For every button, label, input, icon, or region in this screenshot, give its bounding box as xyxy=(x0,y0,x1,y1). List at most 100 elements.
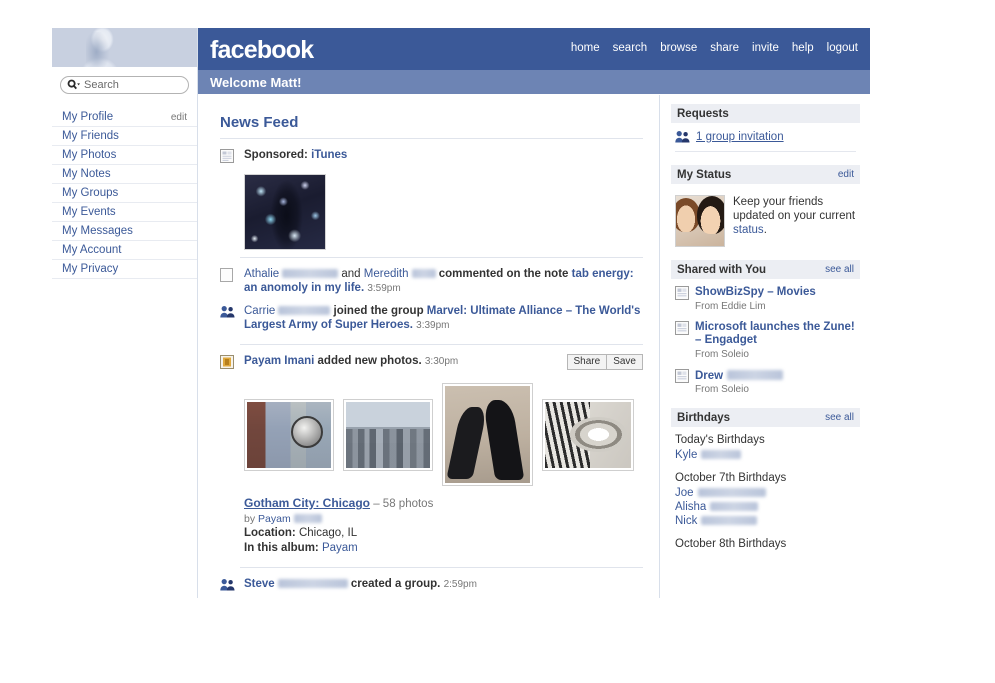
birthday-group: October 7th Birthdays Joe Alisha Nick xyxy=(675,472,856,528)
birthday-person-link[interactable]: Kyle xyxy=(675,449,697,461)
search-input[interactable] xyxy=(84,79,184,91)
sidebar-nav: My Profile edit My Friends My Photos My … xyxy=(52,108,197,279)
sidebar-item-my-privacy[interactable]: My Privacy xyxy=(52,260,197,279)
sponsored-ad-image[interactable] xyxy=(244,174,326,250)
group-icon xyxy=(220,305,236,318)
album-location-row: Location: Chicago, IL xyxy=(244,526,643,541)
my-status-edit-link[interactable]: edit xyxy=(838,169,854,180)
group-icon xyxy=(220,578,236,591)
birthdays-header: Birthdays see all xyxy=(671,408,860,427)
sponsored-advertiser-link[interactable]: iTunes xyxy=(311,149,347,161)
photo-thumbnail[interactable] xyxy=(244,398,334,471)
sidebar-item-label: My Photos xyxy=(62,149,117,161)
link-icon xyxy=(675,286,689,300)
save-button[interactable]: Save xyxy=(607,354,643,370)
album-title-row: Gotham City: Chicago – 58 photos xyxy=(244,496,643,512)
story-actor-link[interactable]: Steve xyxy=(244,578,275,590)
sidebar-item-my-events[interactable]: My Events xyxy=(52,203,197,222)
redacted-surname xyxy=(278,306,331,315)
birthday-person-link[interactable]: Alisha xyxy=(675,501,706,513)
album-person-link[interactable]: Payam xyxy=(322,542,358,554)
sidebar-item-my-messages[interactable]: My Messages xyxy=(52,222,197,241)
photo-thumbnail-image xyxy=(247,401,331,468)
redacted-surname xyxy=(277,579,348,588)
photo-thumbnail-image xyxy=(545,401,631,468)
album-byline: by Payam xyxy=(244,512,643,527)
sidebar-item-my-profile[interactable]: My Profile edit xyxy=(52,108,197,127)
story-actor-link[interactable]: Carrie xyxy=(244,305,275,317)
my-status-section: My Status edit Keep your friends updated… xyxy=(671,165,860,247)
story-actor-link[interactable]: Payam Imani xyxy=(244,355,314,367)
section-title: My Status xyxy=(677,168,732,181)
status-prompt-period: . xyxy=(763,224,767,236)
photo-story-head: Payam Imani added new photos. 3:30pm Sha… xyxy=(244,354,643,370)
birthday-name-row: Nick xyxy=(675,514,856,528)
birthday-group-label: October 7th Birthdays xyxy=(675,472,787,484)
link-icon xyxy=(675,320,689,335)
album-owner-link[interactable]: Payam xyxy=(258,513,291,525)
shared-item-title[interactable]: Microsoft launches the Zune! – Engadget xyxy=(695,321,856,348)
birthday-group-label: Today's Birthdays xyxy=(675,434,765,446)
nav-link-share[interactable]: share xyxy=(710,42,739,54)
sidebar-item-label: My Groups xyxy=(62,187,119,199)
right-sidebar: Requests 1 group invitation My Status ed… xyxy=(661,95,870,598)
album-title-link[interactable]: Gotham City: Chicago xyxy=(244,496,370,510)
shared-with-you-body: ShowBizSpy – Movies From Eddie Lim Micro… xyxy=(671,279,860,395)
search-box[interactable] xyxy=(60,76,189,94)
sidebar-item-my-photos[interactable]: My Photos xyxy=(52,146,197,165)
nav-link-home[interactable]: home xyxy=(571,42,600,54)
birthday-person-link[interactable]: Joe xyxy=(675,487,694,499)
list-item[interactable]: Drew From Soleio xyxy=(675,368,856,395)
story-actor-link[interactable]: Athalie xyxy=(244,268,279,280)
request-item[interactable]: 1 group invitation xyxy=(675,130,856,152)
requests-section: Requests 1 group invitation xyxy=(671,104,860,152)
nav-link-help[interactable]: help xyxy=(792,42,814,54)
list-item[interactable]: ShowBizSpy – Movies From Eddie Lim xyxy=(675,286,856,312)
sponsored-label: Sponsored: iTunes xyxy=(244,148,643,162)
birthday-person-link[interactable]: Nick xyxy=(675,515,697,527)
shared-item-title[interactable]: Drew xyxy=(695,370,723,382)
sidebar-item-my-groups[interactable]: My Groups xyxy=(52,184,197,203)
user-profile-photo[interactable] xyxy=(52,28,197,67)
photo-thumbnail[interactable] xyxy=(343,398,433,471)
status-link[interactable]: status xyxy=(733,224,764,236)
birthday-name-row: Alisha xyxy=(675,500,856,514)
album-people-row: In this album: Payam xyxy=(244,541,643,556)
shared-item-title[interactable]: ShowBizSpy – Movies xyxy=(695,286,856,300)
request-link[interactable]: 1 group invitation xyxy=(696,131,784,143)
nav-link-search[interactable]: search xyxy=(613,42,648,54)
story-verb: added new photos. xyxy=(317,355,422,367)
avatar[interactable] xyxy=(675,195,725,247)
facebook-logo[interactable]: facebook xyxy=(210,36,314,65)
shared-item-from: From Soleio xyxy=(695,384,749,395)
list-item[interactable]: Microsoft launches the Zune! – Engadget … xyxy=(675,320,856,360)
nav-link-browse[interactable]: browse xyxy=(660,42,697,54)
album-by-label: by xyxy=(244,512,256,525)
birthday-group: October 8th Birthdays xyxy=(675,538,856,550)
feed-story-added-photos: Payam Imani added new photos. 3:30pm Sha… xyxy=(220,345,643,374)
photo-thumbnail[interactable] xyxy=(542,398,634,471)
story-text: Steve created a group. 2:59pm xyxy=(244,577,643,592)
story-actor2-link[interactable]: Meredith xyxy=(364,268,409,280)
shared-see-all-link[interactable]: see all xyxy=(825,264,854,275)
redacted-surname xyxy=(282,269,339,278)
section-title: Requests xyxy=(677,107,729,120)
birthday-name-row: Joe xyxy=(675,486,856,500)
nav-link-logout[interactable]: logout xyxy=(827,42,858,54)
sidebar-item-my-friends[interactable]: My Friends xyxy=(52,127,197,146)
sidebar-item-my-notes[interactable]: My Notes xyxy=(52,165,197,184)
album-people-label: In this album: xyxy=(244,541,319,554)
sidebar-item-my-account[interactable]: My Account xyxy=(52,241,197,260)
page-title: News Feed xyxy=(220,95,643,139)
photo-thumbnail[interactable] xyxy=(442,383,533,486)
birthdays-see-all-link[interactable]: see all xyxy=(825,412,854,423)
share-button[interactable]: Share xyxy=(566,354,608,370)
shared-item-body: ShowBizSpy – Movies From Eddie Lim xyxy=(695,286,856,312)
my-status-header: My Status edit xyxy=(671,165,860,184)
story-timestamp: 3:59pm xyxy=(367,283,401,294)
nav-link-invite[interactable]: invite xyxy=(752,42,779,54)
sidebar-profile-edit-link[interactable]: edit xyxy=(171,112,187,123)
feed-story-joined-group: Carrie joined the group Marvel: Ultimate… xyxy=(220,300,643,337)
feed-story-created-group: Steve created a group. 2:59pm xyxy=(220,568,643,596)
status-prompt-text: Keep your friends updated on your curren… xyxy=(733,196,856,222)
